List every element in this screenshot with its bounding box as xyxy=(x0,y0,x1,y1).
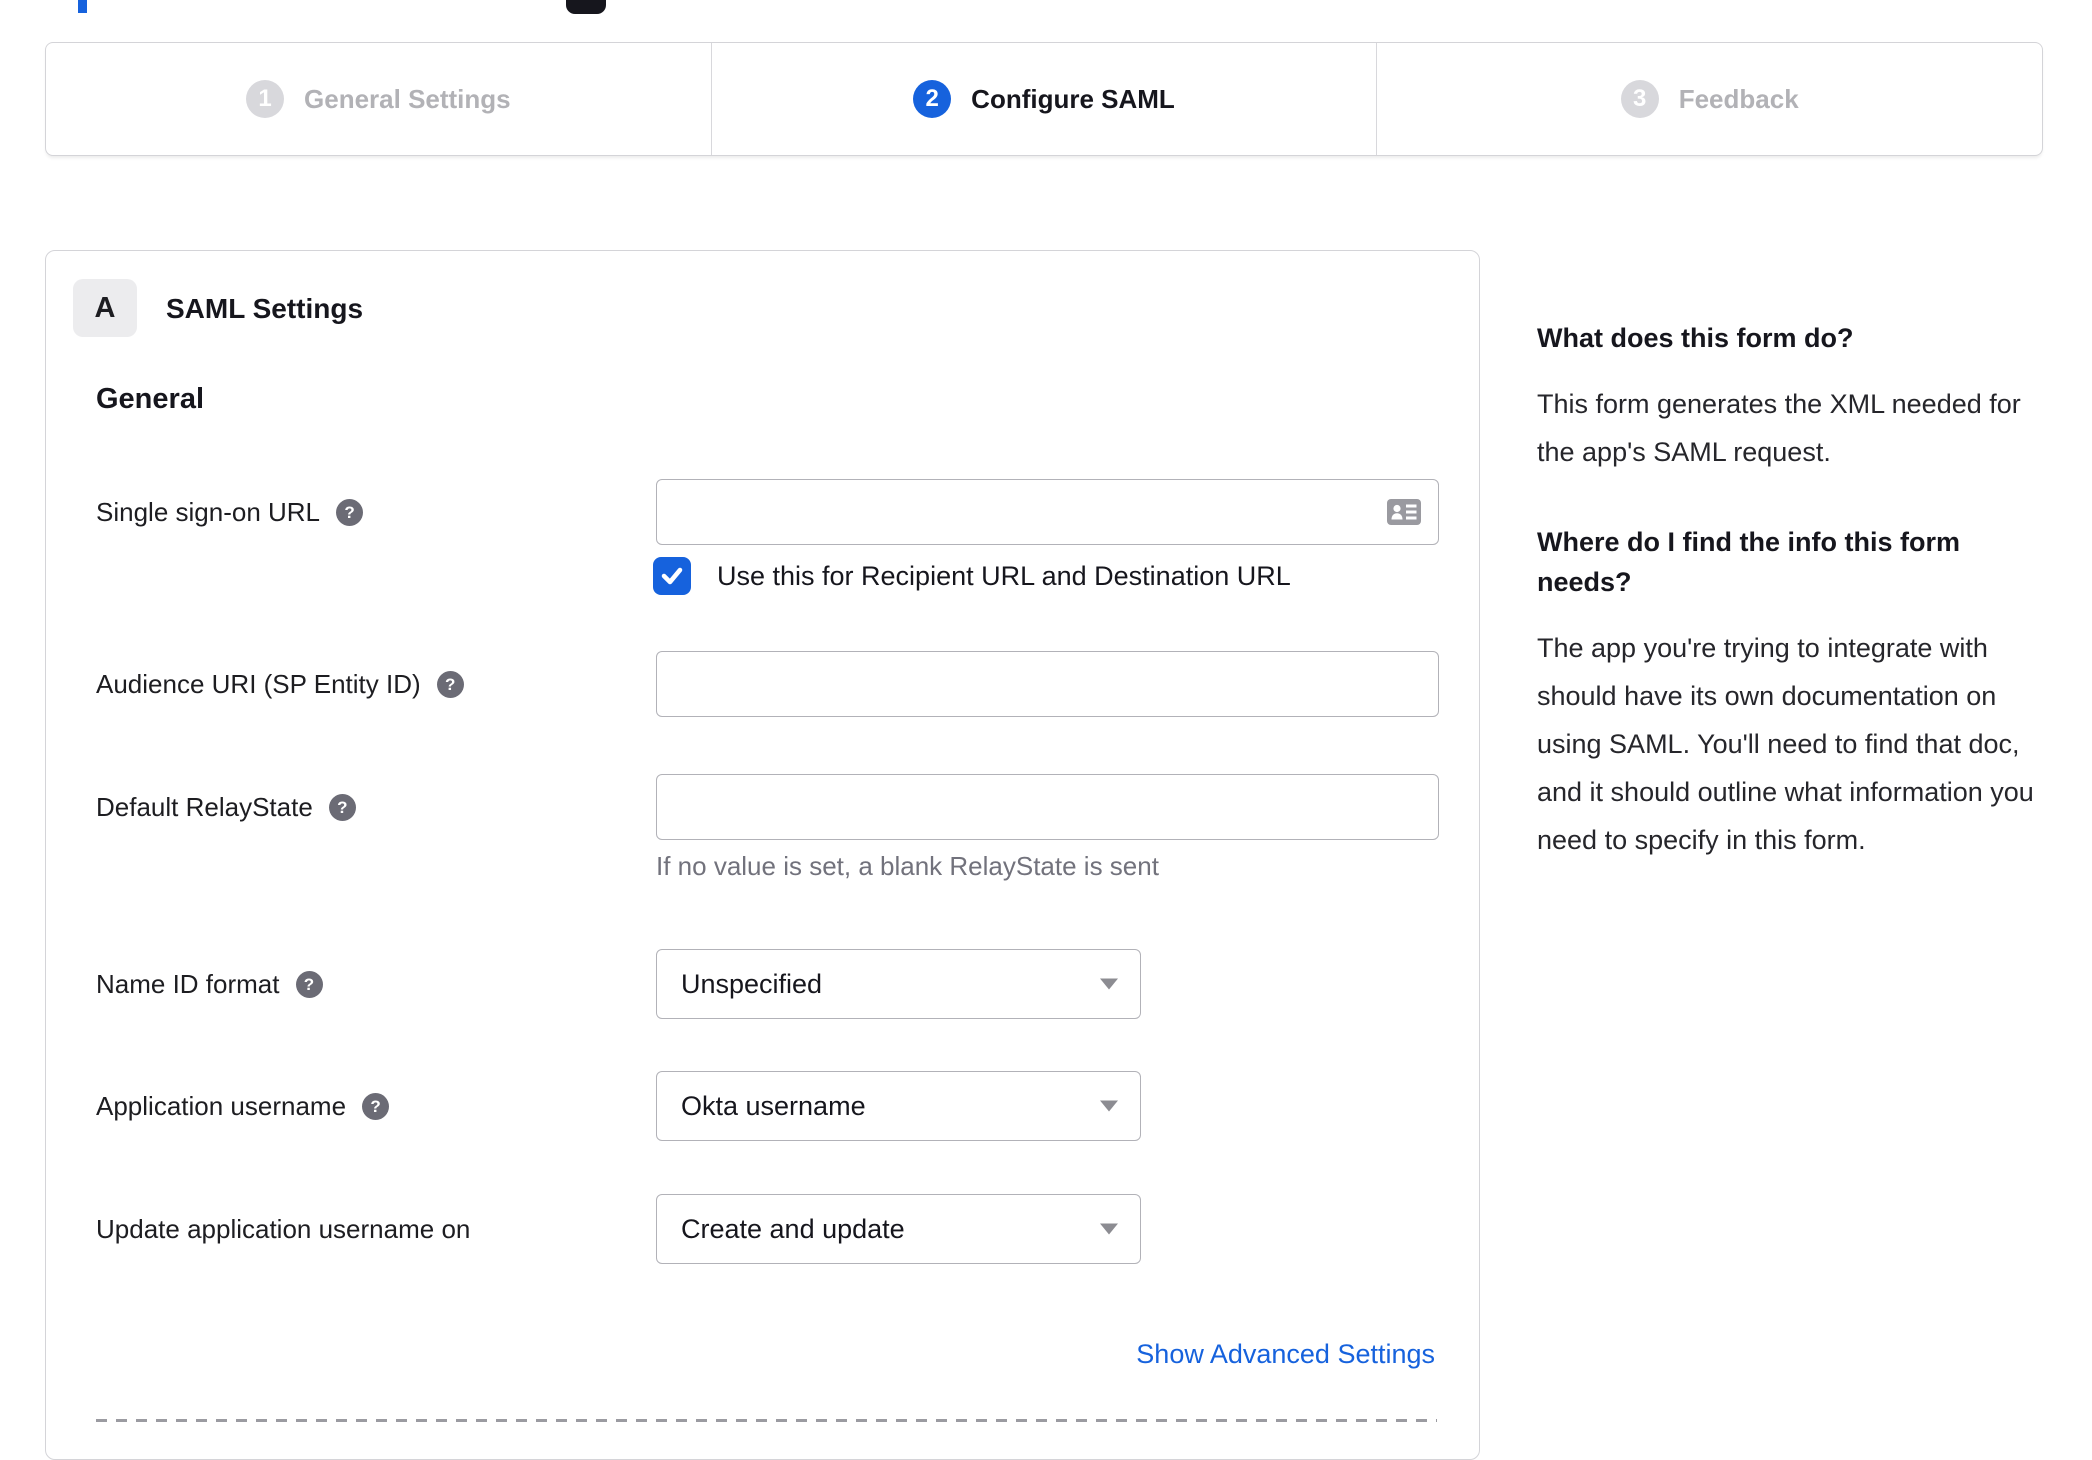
chevron-down-icon xyxy=(1100,1100,1118,1112)
sso-url-input-wrap xyxy=(656,479,1439,545)
show-advanced-settings-link[interactable]: Show Advanced Settings xyxy=(1136,1339,1435,1370)
application-username-value: Okta username xyxy=(681,1090,866,1121)
step-2-label: Configure SAML xyxy=(971,83,1175,114)
step-2-circle: 2 xyxy=(913,80,952,118)
relay-state-hint: If no value is set, a blank RelayState i… xyxy=(656,851,1159,881)
recipient-url-checkbox[interactable] xyxy=(653,557,691,595)
application-username-label: Application username ? xyxy=(96,1091,390,1122)
sso-url-label: Single sign-on URL ? xyxy=(96,497,364,528)
recipient-url-checkbox-row: Use this for Recipient URL and Destinati… xyxy=(653,557,1291,595)
step-general-settings: 1 General Settings xyxy=(46,43,712,155)
name-id-format-label: Name ID format ? xyxy=(96,969,323,1000)
step-3-circle: 3 xyxy=(1620,80,1659,118)
cutoff-logo-fragment xyxy=(566,0,606,14)
help-q2-body: The app you're trying to integrate with … xyxy=(1537,633,2034,855)
audience-uri-input[interactable] xyxy=(656,651,1439,717)
relay-state-help-icon[interactable]: ? xyxy=(328,794,356,821)
checkmark-icon xyxy=(661,567,683,585)
name-id-format-select[interactable]: Unspecified xyxy=(656,949,1141,1019)
help-q2-title: Where do I find the info this form needs… xyxy=(1537,527,1960,597)
relay-state-input[interactable] xyxy=(656,774,1439,840)
saml-settings-panel: A SAML Settings General Single sign-on U… xyxy=(45,250,1480,1460)
update-username-select[interactable]: Create and update xyxy=(656,1194,1141,1264)
step-1-circle: 1 xyxy=(246,80,285,118)
wizard-stepper: 1 General Settings 2 Configure SAML 3 Fe… xyxy=(45,42,2043,156)
step-3-label: Feedback xyxy=(1678,83,1799,114)
sso-url-help-icon[interactable]: ? xyxy=(336,499,364,526)
cutoff-page-title-fragment xyxy=(78,0,87,13)
audience-uri-label: Audience URI (SP Entity ID) ? xyxy=(96,669,464,700)
application-username-help-icon[interactable]: ? xyxy=(362,1093,390,1120)
recipient-url-checkbox-label: Use this for Recipient URL and Destinati… xyxy=(717,560,1291,591)
audience-uri-help-icon[interactable]: ? xyxy=(436,671,464,698)
name-id-format-value: Unspecified xyxy=(681,968,823,999)
general-section-title: General xyxy=(96,383,204,415)
help-sidebar: What does this form do? This form genera… xyxy=(1537,318,2049,910)
sso-url-input[interactable] xyxy=(656,479,1439,545)
relay-state-label: Default RelayState ? xyxy=(96,792,356,823)
chevron-down-icon xyxy=(1100,1223,1118,1235)
update-username-label: Update application username on xyxy=(96,1214,471,1244)
step-configure-saml: 2 Configure SAML xyxy=(712,43,1378,155)
step-feedback: 3 Feedback xyxy=(1377,43,2042,155)
dashed-divider xyxy=(96,1419,1437,1422)
application-username-select[interactable]: Okta username xyxy=(656,1071,1141,1141)
help-q1-title: What does this form do? xyxy=(1537,323,1854,353)
step-1-label: General Settings xyxy=(304,83,511,114)
name-id-format-help-icon[interactable]: ? xyxy=(295,971,323,998)
section-a-badge: A xyxy=(73,279,137,337)
panel-title: SAML Settings xyxy=(166,293,364,324)
help-q1-body: This form generates the XML needed for t… xyxy=(1537,389,2021,467)
update-username-value: Create and update xyxy=(681,1213,905,1244)
chevron-down-icon xyxy=(1100,978,1118,990)
